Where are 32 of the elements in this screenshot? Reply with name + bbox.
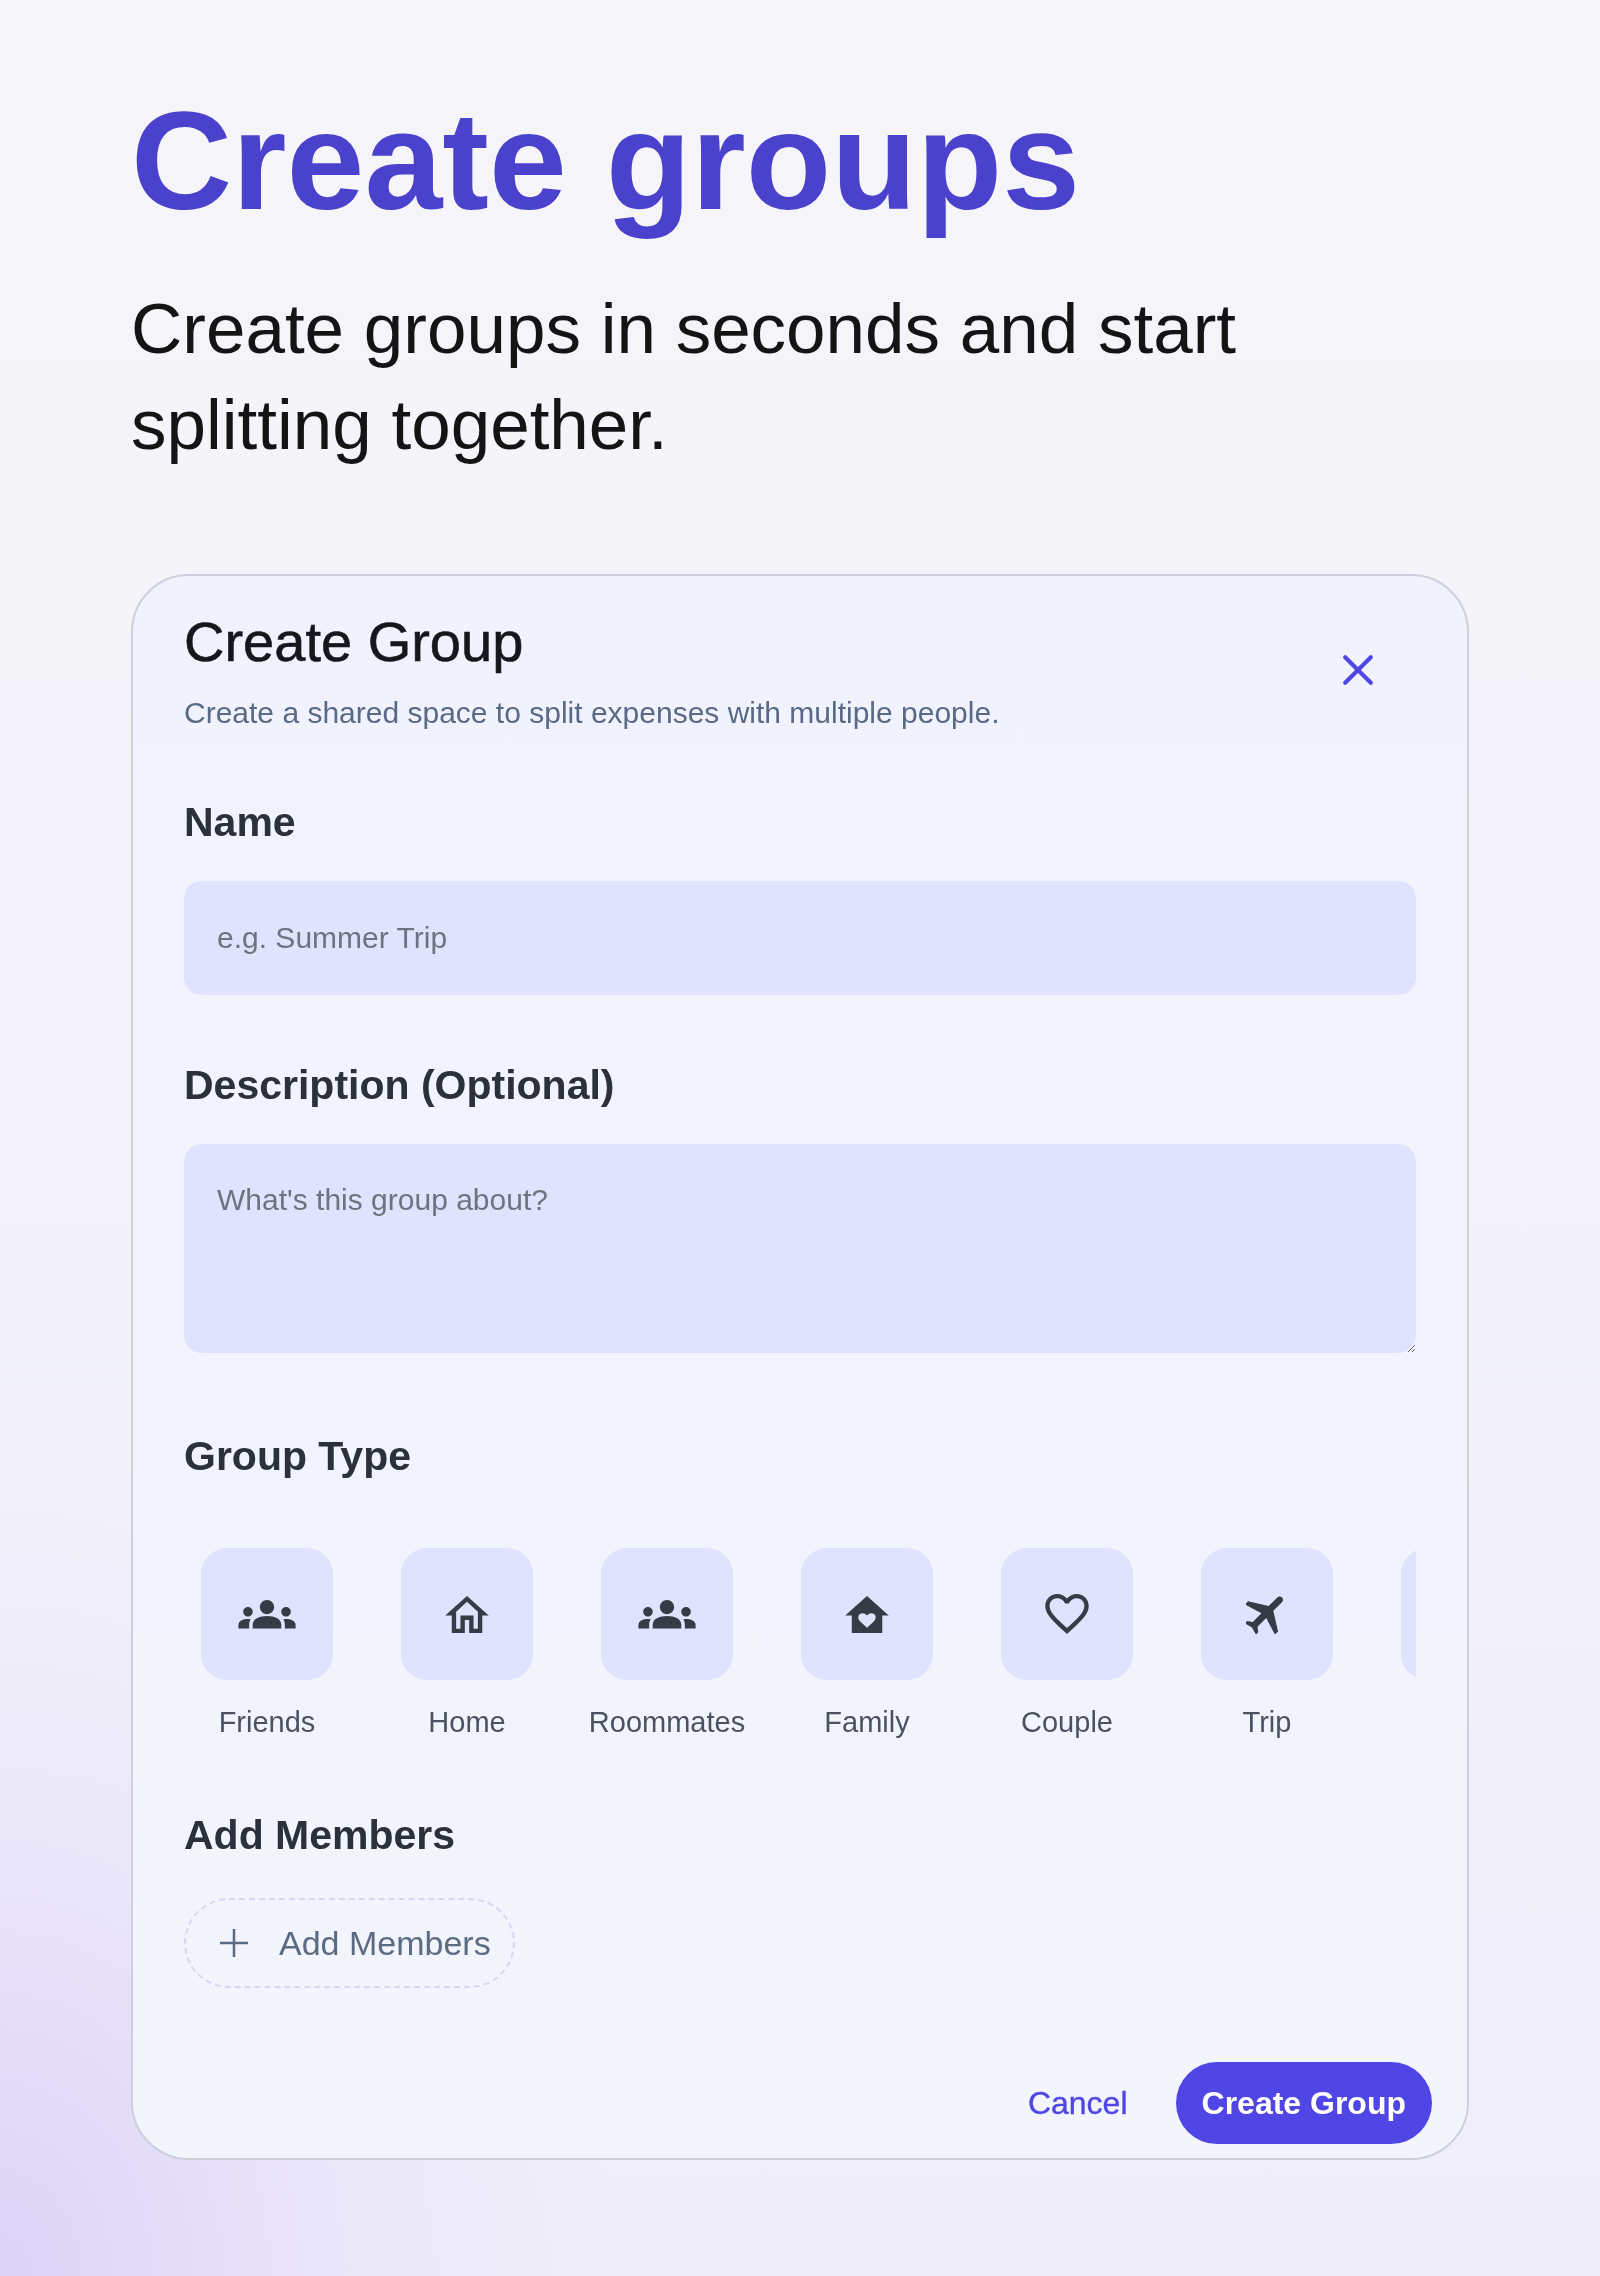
group-type-tile[interactable] [601,1548,733,1680]
hero-subtitle: Create groups in seconds and start splitting together. [131,288,1238,466]
group-type-label: Friends [218,1705,316,1740]
plus-icon [220,1929,248,1957]
group-type-label: Family [824,1705,910,1740]
field-label: Group Type [184,1432,412,1481]
group-type-label: Trip [1242,1705,1292,1740]
input-field[interactable]: e.g. Summer Trip [184,881,1416,995]
group-type-label: Roommates [588,1705,746,1740]
hero-title: Create groups [131,81,1081,241]
create-group-button[interactable]: Create Group [1175,2062,1432,2144]
house-icon [445,1595,489,1633]
field-label: Add Members [184,1811,456,1860]
dialog-title: Create Group [184,609,524,675]
group-type-tile[interactable] [801,1548,933,1680]
people-group-icon [638,1599,696,1629]
people-group-icon [238,1599,296,1629]
group-type-label: Home [428,1705,506,1740]
group-type-tile[interactable] [1201,1548,1333,1680]
textarea-field[interactable]: What's this group about? [184,1144,1416,1353]
heart-icon [1045,1594,1089,1634]
group-type-tile[interactable] [201,1548,333,1680]
group-type-label: Couple [1021,1705,1113,1740]
field-label: Description (Optional) [184,1061,615,1110]
house-with-heart-icon [845,1595,889,1633]
group-type-tile[interactable] [401,1548,533,1680]
dialog-subtitle: Create a shared space to split expenses with multiple people. [184,695,1000,731]
add-members-button[interactable]: Add Members [184,1898,515,1988]
field-label: Name [184,798,296,847]
close-icon [1342,654,1374,686]
group-type-tile[interactable] [1001,1548,1133,1680]
cancel-button[interactable]: Cancel [1027,2084,1128,2122]
